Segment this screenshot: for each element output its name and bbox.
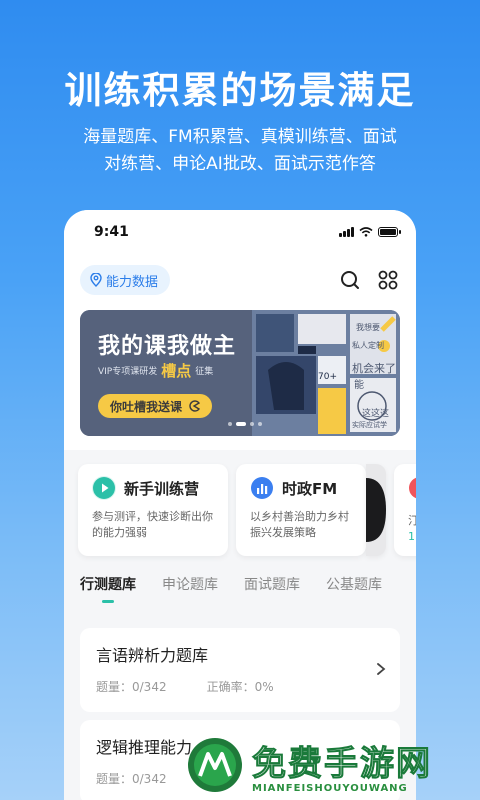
tab-gongji[interactable]: 公基题库 bbox=[326, 574, 382, 594]
header-area: 能力数据 我想要 私人定制 机会来了 能 70+ 这这这 实际应试学 我的课我做… bbox=[64, 254, 416, 450]
banner-cta-label: 你吐槽我送课 bbox=[110, 399, 183, 414]
watermark-text: 免费手游网 MIANFEISHOUYOUWANG bbox=[252, 736, 432, 795]
question-count: 题量：0/342 bbox=[96, 680, 167, 694]
banner-small-text: VIP专项课研发 bbox=[98, 367, 158, 377]
question-bank-card[interactable]: 言语辨析力题库 题量：0/342 正确率：0% bbox=[80, 628, 400, 712]
ability-data-label: 能力数据 bbox=[106, 274, 159, 290]
banner-subtitle: VIP专项课研发 槽点 征集 bbox=[98, 360, 213, 381]
question-bank-title: 言语辨析力题库 bbox=[96, 646, 209, 665]
feature-card-newbie-camp[interactable]: 新手训练营 参与测评，快速诊断出你的能力强弱 bbox=[78, 464, 228, 556]
accuracy-rate: 正确率：0% bbox=[206, 680, 274, 694]
watermark-logo: 免费手游网 MIANFEISHOUYOUWANG bbox=[186, 730, 480, 800]
hero-subtitle-line1: 海量题库、FM积累营、真模训练营、面试 bbox=[83, 127, 397, 147]
watermark-en: MIANFEISHOUYOUWANG bbox=[252, 783, 408, 794]
banner-illustration bbox=[252, 310, 400, 436]
feature-card-desc: 以乡村善治助力乡村振兴发展策略 bbox=[250, 510, 349, 539]
hero-subtitle: 海量题库、FM积累营、真模训练营、面试 对练营、申论AI批改、面试示范作答 bbox=[40, 124, 440, 178]
feature-cards: 新手训练营 参与测评，快速诊断出你的能力强弱 时政FM 以乡村善治助力乡村振兴发… bbox=[64, 464, 416, 560]
play-icon bbox=[92, 476, 116, 500]
banner-cta-button[interactable]: 你吐槽我送课 bbox=[98, 394, 213, 418]
grid-icon[interactable] bbox=[378, 270, 398, 290]
fm-disc-decoration bbox=[366, 464, 386, 556]
partial-card-icon bbox=[409, 477, 416, 499]
feature-card-desc: 参与测评，快速诊断出你的能力强弱 bbox=[92, 510, 213, 539]
chevron-right-icon bbox=[377, 663, 386, 675]
signal-icon bbox=[339, 227, 354, 237]
search-icon[interactable] bbox=[340, 270, 360, 290]
feature-card-title: 时政FM bbox=[282, 479, 338, 498]
bank-tabs: 行测题库 申论题库 面试题库 公基题库 bbox=[64, 574, 416, 612]
feature-card-current-affairs-fm[interactable]: 时政FM 以乡村善治助力乡村振兴发展策略 bbox=[236, 464, 366, 556]
banner-small-suffix: 征集 bbox=[195, 367, 214, 377]
promo-banner[interactable]: 我想要 私人定制 机会来了 能 70+ 这这这 实际应试学 我的课我做主 VIP… bbox=[80, 310, 400, 436]
battery-icon bbox=[378, 227, 401, 237]
tab-mianshi[interactable]: 面试题库 bbox=[244, 574, 300, 594]
question-count: 题量：0/342 bbox=[96, 772, 167, 786]
hero-title: 训练积累的场景满足 bbox=[64, 69, 416, 112]
banner-pagination bbox=[228, 422, 262, 426]
feature-card-title: 新手训练营 bbox=[124, 479, 200, 498]
hero-subtitle-line2: 对练营、申论AI批改、面试示范作答 bbox=[104, 154, 376, 174]
radio-chart-icon bbox=[250, 476, 274, 500]
watermark-emblem-icon bbox=[188, 738, 242, 792]
phone-mockup: 9:41 能力数据 我想要 私人定制 机会来了 能 70+ 这这这 实际应试学 … bbox=[64, 210, 416, 800]
ability-data-button[interactable]: 能力数据 bbox=[80, 265, 171, 295]
partial-card-desc: 汀 bbox=[408, 514, 416, 527]
banner-highlight: 槽点 bbox=[161, 362, 192, 380]
watermark-cn: 免费手游网 bbox=[252, 744, 432, 785]
status-time: 9:41 bbox=[94, 224, 129, 240]
banner-title: 我的课我做主 bbox=[98, 334, 237, 359]
status-bar: 9:41 bbox=[64, 210, 416, 254]
tab-shenlun[interactable]: 申论题库 bbox=[162, 574, 218, 594]
partial-card-desc2: 1 bbox=[408, 530, 415, 543]
chomp-icon bbox=[189, 400, 201, 412]
status-icons bbox=[339, 227, 401, 237]
toolbar: 能力数据 bbox=[80, 264, 400, 296]
feature-card-partial[interactable]: 汀 1 bbox=[394, 464, 416, 556]
tab-xingce[interactable]: 行测题库 bbox=[80, 574, 136, 603]
toolbar-actions bbox=[340, 270, 400, 290]
question-bank-stats: 题量：0/342 正确率：0% bbox=[96, 678, 384, 695]
location-icon bbox=[90, 273, 102, 287]
wifi-icon bbox=[359, 227, 373, 237]
